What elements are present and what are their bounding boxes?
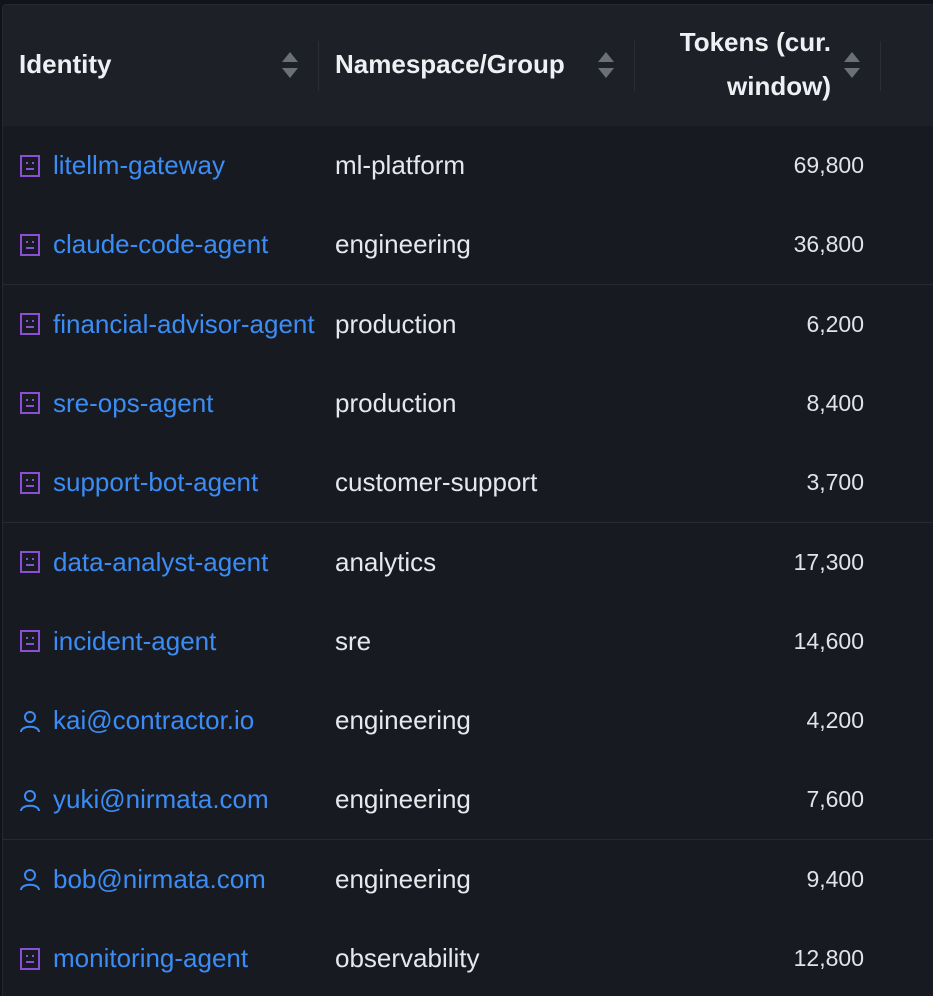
identity-cell: bob@nirmata.com [19, 840, 319, 919]
tokens-cell: 6,200 [806, 310, 864, 337]
user-icon [19, 788, 41, 812]
tokens-cell: 3,700 [806, 469, 864, 496]
identity-cell: monitoring-agent [19, 919, 319, 996]
identity-cell: kai@contractor.io [19, 681, 319, 760]
namespace-cell: production [335, 387, 457, 418]
robot-icon [19, 629, 41, 653]
sort-icon[interactable] [843, 50, 861, 80]
tokens-cell: 7,600 [806, 786, 864, 813]
robot-icon [19, 471, 41, 495]
table-header: Identity Namespace/Group Tokens (cur. wi… [3, 5, 933, 127]
identity-link[interactable]: financial-advisor-agent [53, 309, 315, 340]
table-row[interactable]: kai@contractor.io engineering 4,200 [3, 681, 933, 762]
identity-link[interactable]: kai@contractor.io [53, 705, 254, 736]
column-header-label: Namespace/Group [335, 49, 565, 79]
robot-icon [19, 154, 41, 178]
namespace-cell: engineering [335, 229, 471, 260]
tokens-cell: 69,800 [793, 152, 864, 178]
table-row[interactable]: support-bot-agent customer-support 3,700 [3, 443, 933, 524]
namespace-cell: customer-support [335, 467, 538, 498]
identity-link[interactable]: sre-ops-agent [53, 388, 213, 419]
identity-link[interactable]: monitoring-agent [53, 943, 248, 974]
namespace-cell: engineering [335, 863, 471, 894]
tokens-cell: 14,600 [793, 627, 864, 654]
table-row[interactable]: yuki@nirmata.com engineering 7,600 [3, 760, 933, 841]
column-header-namespace[interactable]: Namespace/Group [319, 5, 634, 126]
robot-icon [19, 233, 41, 257]
column-header-label-line1: Tokens (cur. [679, 27, 831, 57]
column-divider [880, 41, 881, 91]
identity-cell: data-analyst-agent [19, 523, 319, 602]
identity-link[interactable]: data-analyst-agent [53, 547, 268, 578]
tokens-cell: 17,300 [793, 548, 864, 575]
column-header-label-line2: window) [727, 71, 831, 101]
table-row[interactable]: data-analyst-agent analytics 17,300 [3, 522, 933, 603]
table-row[interactable]: sre-ops-agent production 8,400 [3, 363, 933, 444]
identity-usage-table: Identity Namespace/Group Tokens (cur. wi… [2, 4, 933, 996]
identity-link[interactable]: yuki@nirmata.com [53, 784, 269, 815]
sort-icon[interactable] [597, 50, 615, 80]
tokens-cell: 9,400 [806, 865, 864, 892]
robot-icon [19, 312, 41, 336]
namespace-cell: ml-platform [335, 150, 466, 180]
identity-cell: support-bot-agent [19, 443, 319, 522]
tokens-cell: 12,800 [793, 945, 864, 971]
tokens-cell: 36,800 [793, 231, 864, 258]
identity-link[interactable]: bob@nirmata.com [53, 864, 266, 895]
table-row[interactable]: monitoring-agent observability 12,800 [3, 919, 933, 996]
identity-link[interactable]: support-bot-agent [53, 467, 258, 498]
column-header-identity[interactable]: Identity [3, 5, 318, 126]
namespace-cell: sre [335, 625, 372, 656]
table-row[interactable]: financial-advisor-agent production 6,200 [3, 284, 933, 365]
identity-cell: claude-code-agent [19, 205, 319, 284]
namespace-cell: engineering [335, 784, 471, 815]
robot-icon [19, 550, 41, 574]
user-icon [19, 709, 41, 733]
identity-cell: financial-advisor-agent [19, 285, 319, 364]
identity-cell: sre-ops-agent [19, 364, 319, 443]
namespace-cell: engineering [335, 705, 471, 736]
namespace-cell: observability [335, 943, 480, 973]
namespace-cell: analytics [335, 546, 437, 577]
identity-cell: incident-agent [19, 602, 319, 681]
identity-link[interactable]: claude-code-agent [53, 229, 268, 260]
column-header-tokens[interactable]: Tokens (cur. window) [635, 5, 881, 126]
user-icon [19, 867, 41, 891]
table-row[interactable]: incident-agent sre 14,600 [3, 601, 933, 682]
identity-link[interactable]: litellm-gateway [53, 150, 225, 181]
sort-icon[interactable] [281, 50, 299, 80]
identity-link[interactable]: incident-agent [53, 626, 216, 657]
column-header-label: Identity [19, 49, 112, 79]
identity-cell: yuki@nirmata.com [19, 760, 319, 839]
table-row[interactable]: bob@nirmata.com engineering 9,400 [3, 839, 933, 920]
tokens-cell: 8,400 [806, 389, 864, 416]
robot-icon [19, 947, 41, 971]
table-row[interactable]: claude-code-agent engineering 36,800 [3, 205, 933, 286]
identity-cell: litellm-gateway [19, 126, 319, 205]
tokens-cell: 4,200 [806, 707, 864, 734]
table-row[interactable]: litellm-gateway ml-platform 69,800 [3, 126, 933, 206]
namespace-cell: production [335, 308, 457, 339]
robot-icon [19, 391, 41, 415]
